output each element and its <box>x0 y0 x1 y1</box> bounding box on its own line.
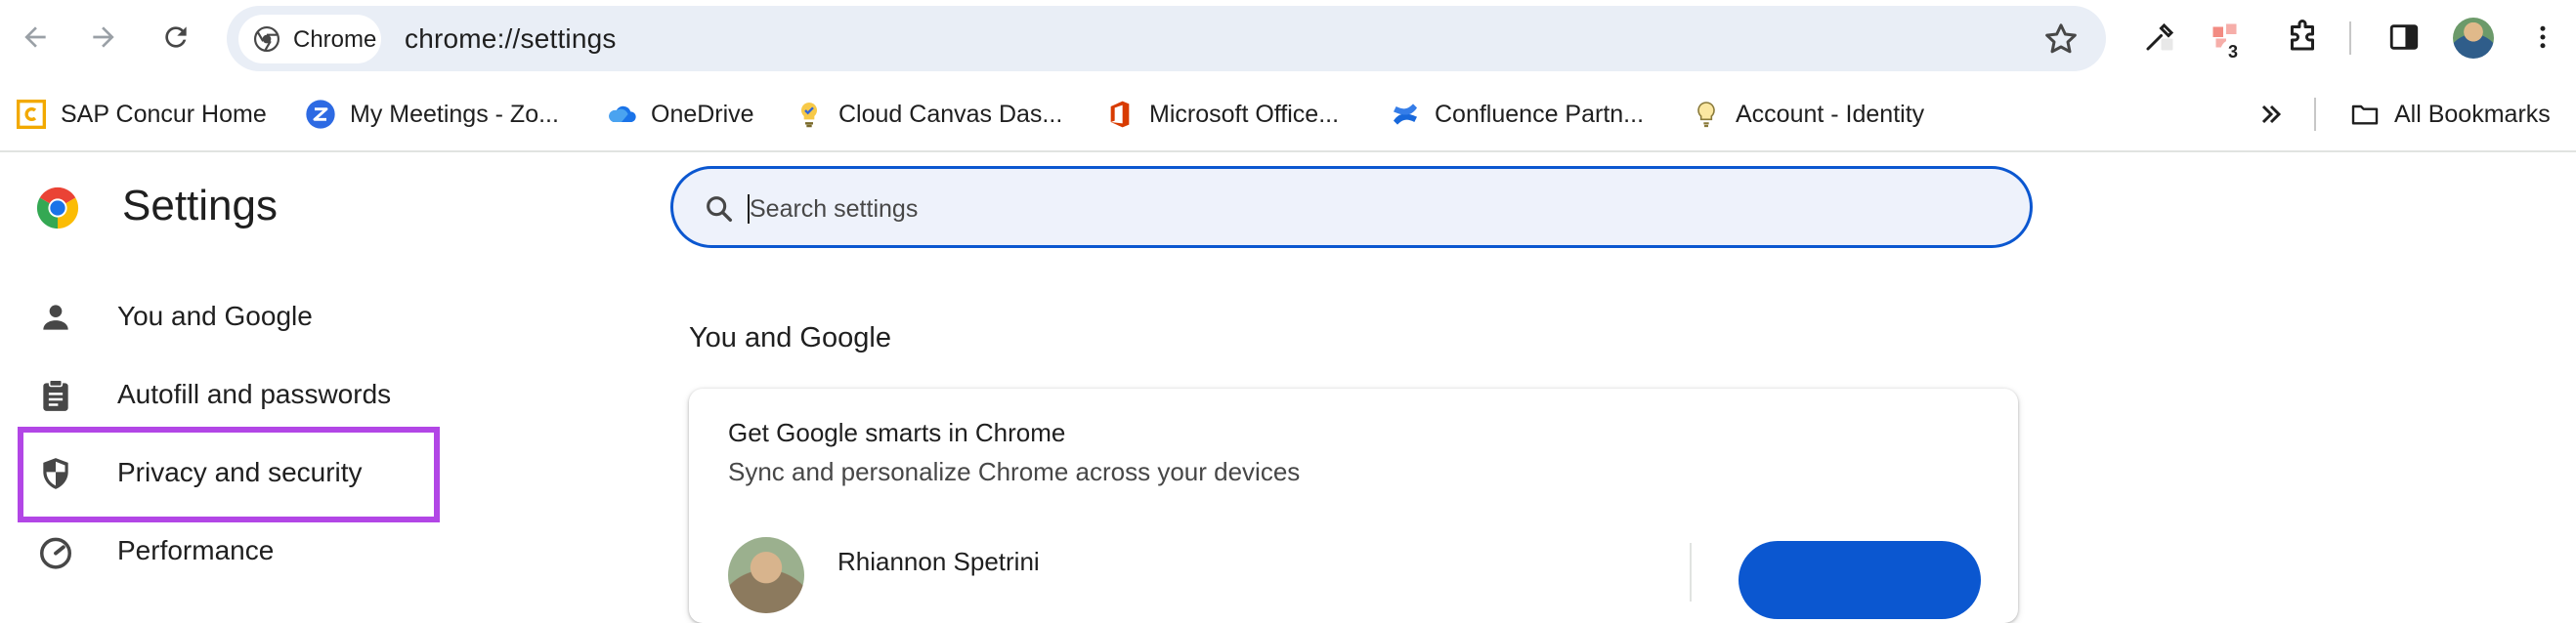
double-chevron-right-icon <box>2261 104 2282 124</box>
toolbar-separator <box>2349 21 2351 55</box>
search-input[interactable]: Search settings <box>750 195 918 224</box>
star-icon <box>2045 23 2077 54</box>
search-icon <box>707 196 733 223</box>
profile-avatar[interactable] <box>2453 18 2494 59</box>
bookmark-star-button[interactable] <box>2041 20 2081 59</box>
bookmark-label: SAP Concur Home <box>61 100 267 128</box>
card-subtitle: Sync and personalize Chrome across your … <box>728 457 1301 486</box>
nav-item-label: You and Google <box>117 301 313 331</box>
onedrive-icon <box>609 105 636 122</box>
sync-button[interactable] <box>1739 541 1981 619</box>
confluence-icon <box>1394 104 1417 125</box>
google-smarts-card: Get Google smarts in Chrome Sync and per… <box>689 389 2018 623</box>
card-title: Get Google smarts in Chrome <box>728 418 1066 447</box>
site-chip-label: Chrome <box>293 26 377 53</box>
chrome-logo-icon <box>254 26 279 52</box>
person-icon <box>43 305 68 330</box>
arrow-right-icon <box>93 26 114 48</box>
eyedropper-extension-button[interactable] <box>2138 16 2181 59</box>
all-bookmarks-button[interactable]: All Bookmarks <box>2349 98 2551 131</box>
side-panel-icon <box>2389 24 2419 50</box>
extensions-menu-button[interactable] <box>2281 16 2324 59</box>
speedometer-icon <box>40 537 71 569</box>
bookmark-label: My Meetings - Zo... <box>350 100 559 128</box>
cloud-canvas-icon <box>800 102 818 128</box>
browser-toolbar: Chrome chrome://settings 3 <box>0 0 2576 78</box>
bookmark-my-meetings[interactable]: My Meetings - Zo... <box>305 98 559 131</box>
sap-concur-icon <box>17 100 46 129</box>
back-button[interactable] <box>12 14 59 61</box>
account-avatar <box>728 537 804 613</box>
account-name: Rhiannon Spetrini <box>837 547 1040 576</box>
bookmark-account-identity[interactable]: Account - Identity <box>1691 98 1924 131</box>
side-panel-button[interactable] <box>2383 16 2426 59</box>
bookmark-label: Account - Identity <box>1736 100 1925 128</box>
lightbulb-icon <box>1697 102 1715 128</box>
bookmark-label: Microsoft Office... <box>1149 100 1340 128</box>
bookmark-label: Confluence Partn... <box>1435 100 1645 128</box>
reload-button[interactable] <box>152 14 199 61</box>
forward-button[interactable] <box>80 14 127 61</box>
site-chip[interactable]: Chrome <box>238 15 381 63</box>
bookmark-label: OneDrive <box>651 100 754 128</box>
card-divider <box>1690 543 1692 602</box>
bookmark-cloud-canvas[interactable]: Cloud Canvas Das... <box>794 98 1062 131</box>
kebab-menu-icon <box>2540 25 2546 49</box>
chrome-settings-logo-icon <box>36 187 79 229</box>
puzzle-icon <box>2291 20 2314 51</box>
folder-icon <box>2351 104 2379 125</box>
nav-item-autofill-and-passwords[interactable]: Autofill and passwords <box>27 365 438 424</box>
url-text[interactable]: chrome://settings <box>405 23 617 55</box>
all-bookmarks-label: All Bookmarks <box>2394 100 2551 128</box>
reload-icon <box>165 26 187 48</box>
annotation-highlight-box <box>18 427 440 522</box>
section-title: You and Google <box>689 322 891 353</box>
arrow-left-icon <box>24 26 46 48</box>
bookmarks-overflow-button[interactable] <box>2255 98 2287 131</box>
bookmark-label: Cloud Canvas Das... <box>838 100 1063 128</box>
bookmarks-bar: SAP Concur Home My Meetings - Zo... OneD… <box>0 78 2576 152</box>
bookmark-microsoft-office[interactable]: Microsoft Office... <box>1104 98 1339 131</box>
bookmark-sap-concur[interactable]: SAP Concur Home <box>16 98 267 131</box>
bookmark-confluence[interactable]: Confluence Partn... <box>1390 98 1644 131</box>
nav-item-performance[interactable]: Performance <box>27 521 438 580</box>
nav-item-you-and-google[interactable]: You and Google <box>27 287 438 346</box>
eyedropper-icon <box>2146 22 2174 51</box>
nav-item-label: Performance <box>117 535 275 565</box>
address-bar[interactable]: Chrome chrome://settings <box>227 6 2106 71</box>
bookmarks-separator <box>2314 98 2316 131</box>
page-title: Settings <box>122 182 278 229</box>
nav-item-label: Autofill and passwords <box>117 379 392 409</box>
extension-count-badge: 3 <box>2220 39 2246 64</box>
bookmark-onedrive[interactable]: OneDrive <box>606 98 754 131</box>
search-settings-field[interactable]: Search settings <box>670 166 2033 248</box>
clipboard-icon <box>43 379 68 411</box>
chrome-menu-button[interactable] <box>2521 16 2564 59</box>
microsoft-office-icon <box>1110 101 1130 128</box>
zoom-icon <box>306 100 335 129</box>
